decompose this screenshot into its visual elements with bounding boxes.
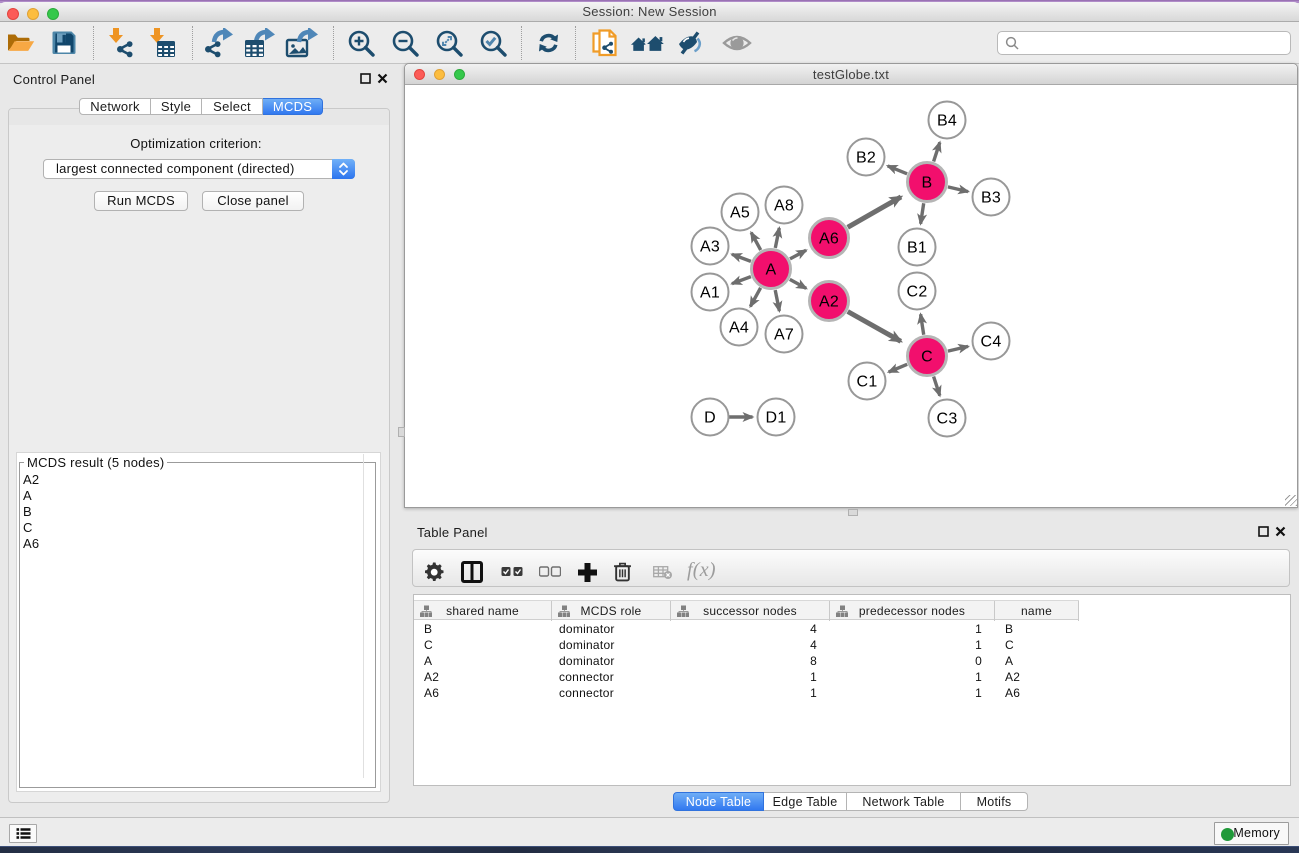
svg-text:A6: A6 <box>819 231 839 248</box>
svg-text:D1: D1 <box>766 410 787 427</box>
svg-text:C: C <box>921 349 933 366</box>
svg-text:A4: A4 <box>729 320 749 337</box>
svg-text:A7: A7 <box>774 327 794 344</box>
svg-text:B4: B4 <box>937 113 957 130</box>
svg-text:B3: B3 <box>981 190 1001 207</box>
svg-text:D: D <box>704 410 716 427</box>
svg-text:A3: A3 <box>700 239 720 256</box>
svg-text:B: B <box>922 175 933 192</box>
svg-text:C4: C4 <box>981 334 1002 351</box>
svg-text:A2: A2 <box>819 294 839 311</box>
svg-text:A8: A8 <box>774 198 794 215</box>
svg-text:B2: B2 <box>856 150 876 167</box>
svg-text:C2: C2 <box>907 284 928 301</box>
svg-text:C1: C1 <box>857 374 878 391</box>
svg-text:C3: C3 <box>937 411 958 428</box>
svg-text:A: A <box>766 262 777 279</box>
svg-text:A1: A1 <box>700 285 720 302</box>
svg-text:A5: A5 <box>730 205 750 222</box>
svg-text:B1: B1 <box>907 240 927 257</box>
